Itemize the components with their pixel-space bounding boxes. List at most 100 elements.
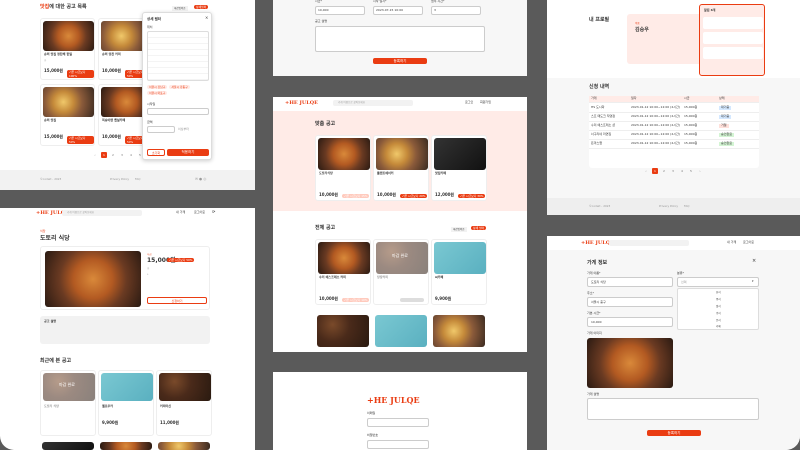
job-name: 씨카페 bbox=[435, 275, 444, 279]
apply-button[interactable]: 적용하기 bbox=[167, 149, 209, 156]
job-card[interactable]: 수리 에스프레소 커피 10,000원 기존 시급보다 10% bbox=[315, 239, 371, 305]
location-chip[interactable]: 서울시 강남구 bbox=[147, 85, 168, 89]
page-link[interactable]: 4 bbox=[128, 152, 134, 158]
job-card[interactable]: 슈퍼 맛집 15,000원 기존 시급보다 50% bbox=[40, 84, 95, 146]
job-card[interactable]: 엘로우카 9,900원 bbox=[98, 370, 154, 436]
nav-logout[interactable]: 로그아웃 bbox=[194, 210, 205, 215]
notification-item[interactable] bbox=[703, 32, 763, 44]
page-link[interactable]: 3 bbox=[119, 152, 125, 158]
job-card[interactable]: 플랜트에이커 10,000원 기존 시급보다 20% bbox=[373, 135, 429, 201]
dropdown-option[interactable]: 일식 bbox=[716, 305, 721, 308]
page-link[interactable]: 1 bbox=[652, 168, 658, 174]
page-link[interactable]: 1 bbox=[101, 152, 107, 158]
close-icon[interactable]: × bbox=[752, 258, 756, 264]
search-input[interactable] bbox=[609, 240, 689, 246]
store-name-input[interactable]: 도토리 식당 bbox=[587, 277, 673, 287]
wage-label: 기본 시급* bbox=[587, 311, 601, 315]
footer: ©codeit - 2023 Privacy Policy FAQ ✉ ● ◎ bbox=[0, 170, 255, 190]
panel-store-form: +HE JULQE 내 가게 로그아웃 가게 정보 × 가게 이름* 도토리 식… bbox=[547, 236, 800, 450]
social-icons[interactable]: ✉ ● ◎ bbox=[195, 177, 206, 181]
amount-input[interactable] bbox=[147, 126, 175, 133]
table-row: HS 도시락 2023-01-12 10:00~12:00 (2시간) 15,000… bbox=[589, 104, 759, 113]
store-image-upload[interactable] bbox=[587, 338, 673, 388]
dropdown-option[interactable]: 양식 bbox=[716, 312, 721, 315]
location-chip[interactable]: 서울시 마포구 bbox=[147, 91, 168, 95]
address-select[interactable]: 서울시 중구 bbox=[587, 297, 673, 307]
wage-label: 시급 bbox=[147, 253, 152, 256]
page-link[interactable]: 2 bbox=[661, 168, 667, 174]
wage-input[interactable]: 10,000 bbox=[315, 6, 365, 15]
page-link[interactable]: 5 bbox=[688, 168, 694, 174]
close-icon[interactable]: × bbox=[205, 15, 208, 21]
faq-link[interactable]: FAQ bbox=[684, 204, 689, 208]
search-input[interactable]: 가게 이름으로 찾아보세요 bbox=[333, 100, 413, 106]
logo[interactable]: +HE JULQE bbox=[285, 100, 318, 106]
nav-signup[interactable]: 회원가입 bbox=[480, 100, 491, 105]
apply-button[interactable]: 신청하기 bbox=[147, 297, 207, 304]
sort-select[interactable]: 마감임박순 bbox=[172, 6, 188, 11]
job-card[interactable]: 씨카페 9,900원 bbox=[431, 239, 487, 305]
job-name: 슈퍼 맛집 bbox=[44, 118, 57, 122]
logo[interactable]: +HE JULQE bbox=[367, 395, 420, 406]
email-input[interactable] bbox=[367, 418, 429, 427]
job-card[interactable]: 마감 완료 도토리 식당 bbox=[40, 370, 96, 436]
form-background bbox=[547, 250, 800, 450]
submit-button[interactable]: 등록하기 bbox=[647, 430, 701, 436]
dropdown-option[interactable]: 중식 bbox=[716, 298, 721, 301]
section-title: 신청 내역 bbox=[589, 84, 610, 90]
job-card[interactable]: 도토리식당 10,000원 기존 시급보다 15% bbox=[315, 135, 371, 201]
password-input[interactable] bbox=[367, 440, 429, 449]
dropdown-option[interactable]: 카페 bbox=[716, 325, 721, 328]
bell-icon[interactable]: ⟳ bbox=[212, 209, 215, 215]
closed-label: 마감 완료 bbox=[59, 382, 75, 387]
page-link[interactable]: 5 bbox=[137, 152, 143, 158]
section-title: 전체 공고 bbox=[315, 225, 336, 231]
job-image bbox=[434, 242, 486, 274]
category-select[interactable]: 선택 ▾ bbox=[677, 277, 759, 287]
job-name: 복숭아맨 랩실카페 bbox=[102, 118, 126, 122]
start-input[interactable]: 2023-07-15 10:00 bbox=[373, 6, 423, 15]
dropdown-option[interactable]: 분식 bbox=[716, 319, 721, 322]
desc-textarea[interactable] bbox=[587, 398, 759, 420]
faq-link[interactable]: FAQ bbox=[135, 177, 140, 181]
submit-button[interactable]: 등록하기 bbox=[373, 58, 427, 64]
search-input[interactable]: 가게 이름으로 찾아보세요 bbox=[62, 210, 142, 216]
sort-select[interactable]: 마감임박순 bbox=[451, 227, 467, 232]
job-image bbox=[159, 373, 211, 401]
location-chip[interactable]: 서울시 강동구 bbox=[169, 85, 190, 89]
prev-icon[interactable]: ‹ bbox=[92, 152, 98, 158]
filter-button[interactable]: 상세 필터 bbox=[471, 226, 487, 230]
privacy-link[interactable]: Privacy Policy bbox=[110, 177, 129, 181]
wage-input[interactable]: 10,000 bbox=[587, 317, 673, 327]
job-card[interactable]: 슈퍼 맛집 정찬해 한일 ◷ 15,000원 기존 시급보다 100% bbox=[40, 18, 95, 80]
location-list[interactable] bbox=[147, 31, 209, 81]
desc-textarea[interactable] bbox=[315, 26, 485, 52]
privacy-link[interactable]: Privacy Policy bbox=[659, 204, 678, 208]
filter-button[interactable]: 상세필터 bbox=[194, 5, 209, 9]
job-card[interactable]: 마감 완료 당장커피 bbox=[373, 239, 429, 305]
hours-label: 업무 시간* bbox=[431, 0, 445, 3]
job-detail-card: 시급 15,000원 기존 시급보다 50% ◷ ⌖ 신청하기 bbox=[40, 246, 210, 310]
page-link[interactable]: 2 bbox=[110, 152, 116, 158]
next-icon[interactable]: › bbox=[146, 152, 152, 158]
history-table: 가게 일자 시급 상태 HS 도시락 2023-01-12 10:00~12:00 (2… bbox=[589, 96, 759, 168]
nav-login[interactable]: 로그인 bbox=[465, 100, 473, 105]
category-dropdown: 한식 중식 일식 양식 분식 카페 bbox=[677, 288, 759, 330]
notification-item[interactable] bbox=[703, 47, 763, 59]
nav-logout[interactable]: 로그아웃 bbox=[743, 240, 754, 245]
start-date-input[interactable] bbox=[147, 108, 209, 115]
next-icon[interactable]: › bbox=[697, 168, 703, 174]
page-link[interactable]: 4 bbox=[679, 168, 685, 174]
job-card[interactable]: 맛집카페 12,000원 기존 시급보다 30% bbox=[431, 135, 487, 201]
page-link[interactable]: 3 bbox=[670, 168, 676, 174]
job-name: 수리 에스프레소 커피 bbox=[319, 275, 346, 279]
store-image bbox=[45, 251, 141, 307]
job-card[interactable]: 커피마신 11,000원 bbox=[156, 370, 212, 436]
hours-input[interactable]: 3 bbox=[431, 6, 481, 15]
dropdown-option[interactable]: 한식 bbox=[716, 291, 721, 294]
nav-my-store[interactable]: 내 가게 bbox=[727, 240, 736, 245]
nav-my-store[interactable]: 내 가게 bbox=[176, 210, 185, 215]
notification-item[interactable] bbox=[703, 17, 763, 29]
copyright: ©codeit - 2023 bbox=[40, 177, 62, 181]
prev-icon[interactable]: ‹ bbox=[643, 168, 649, 174]
